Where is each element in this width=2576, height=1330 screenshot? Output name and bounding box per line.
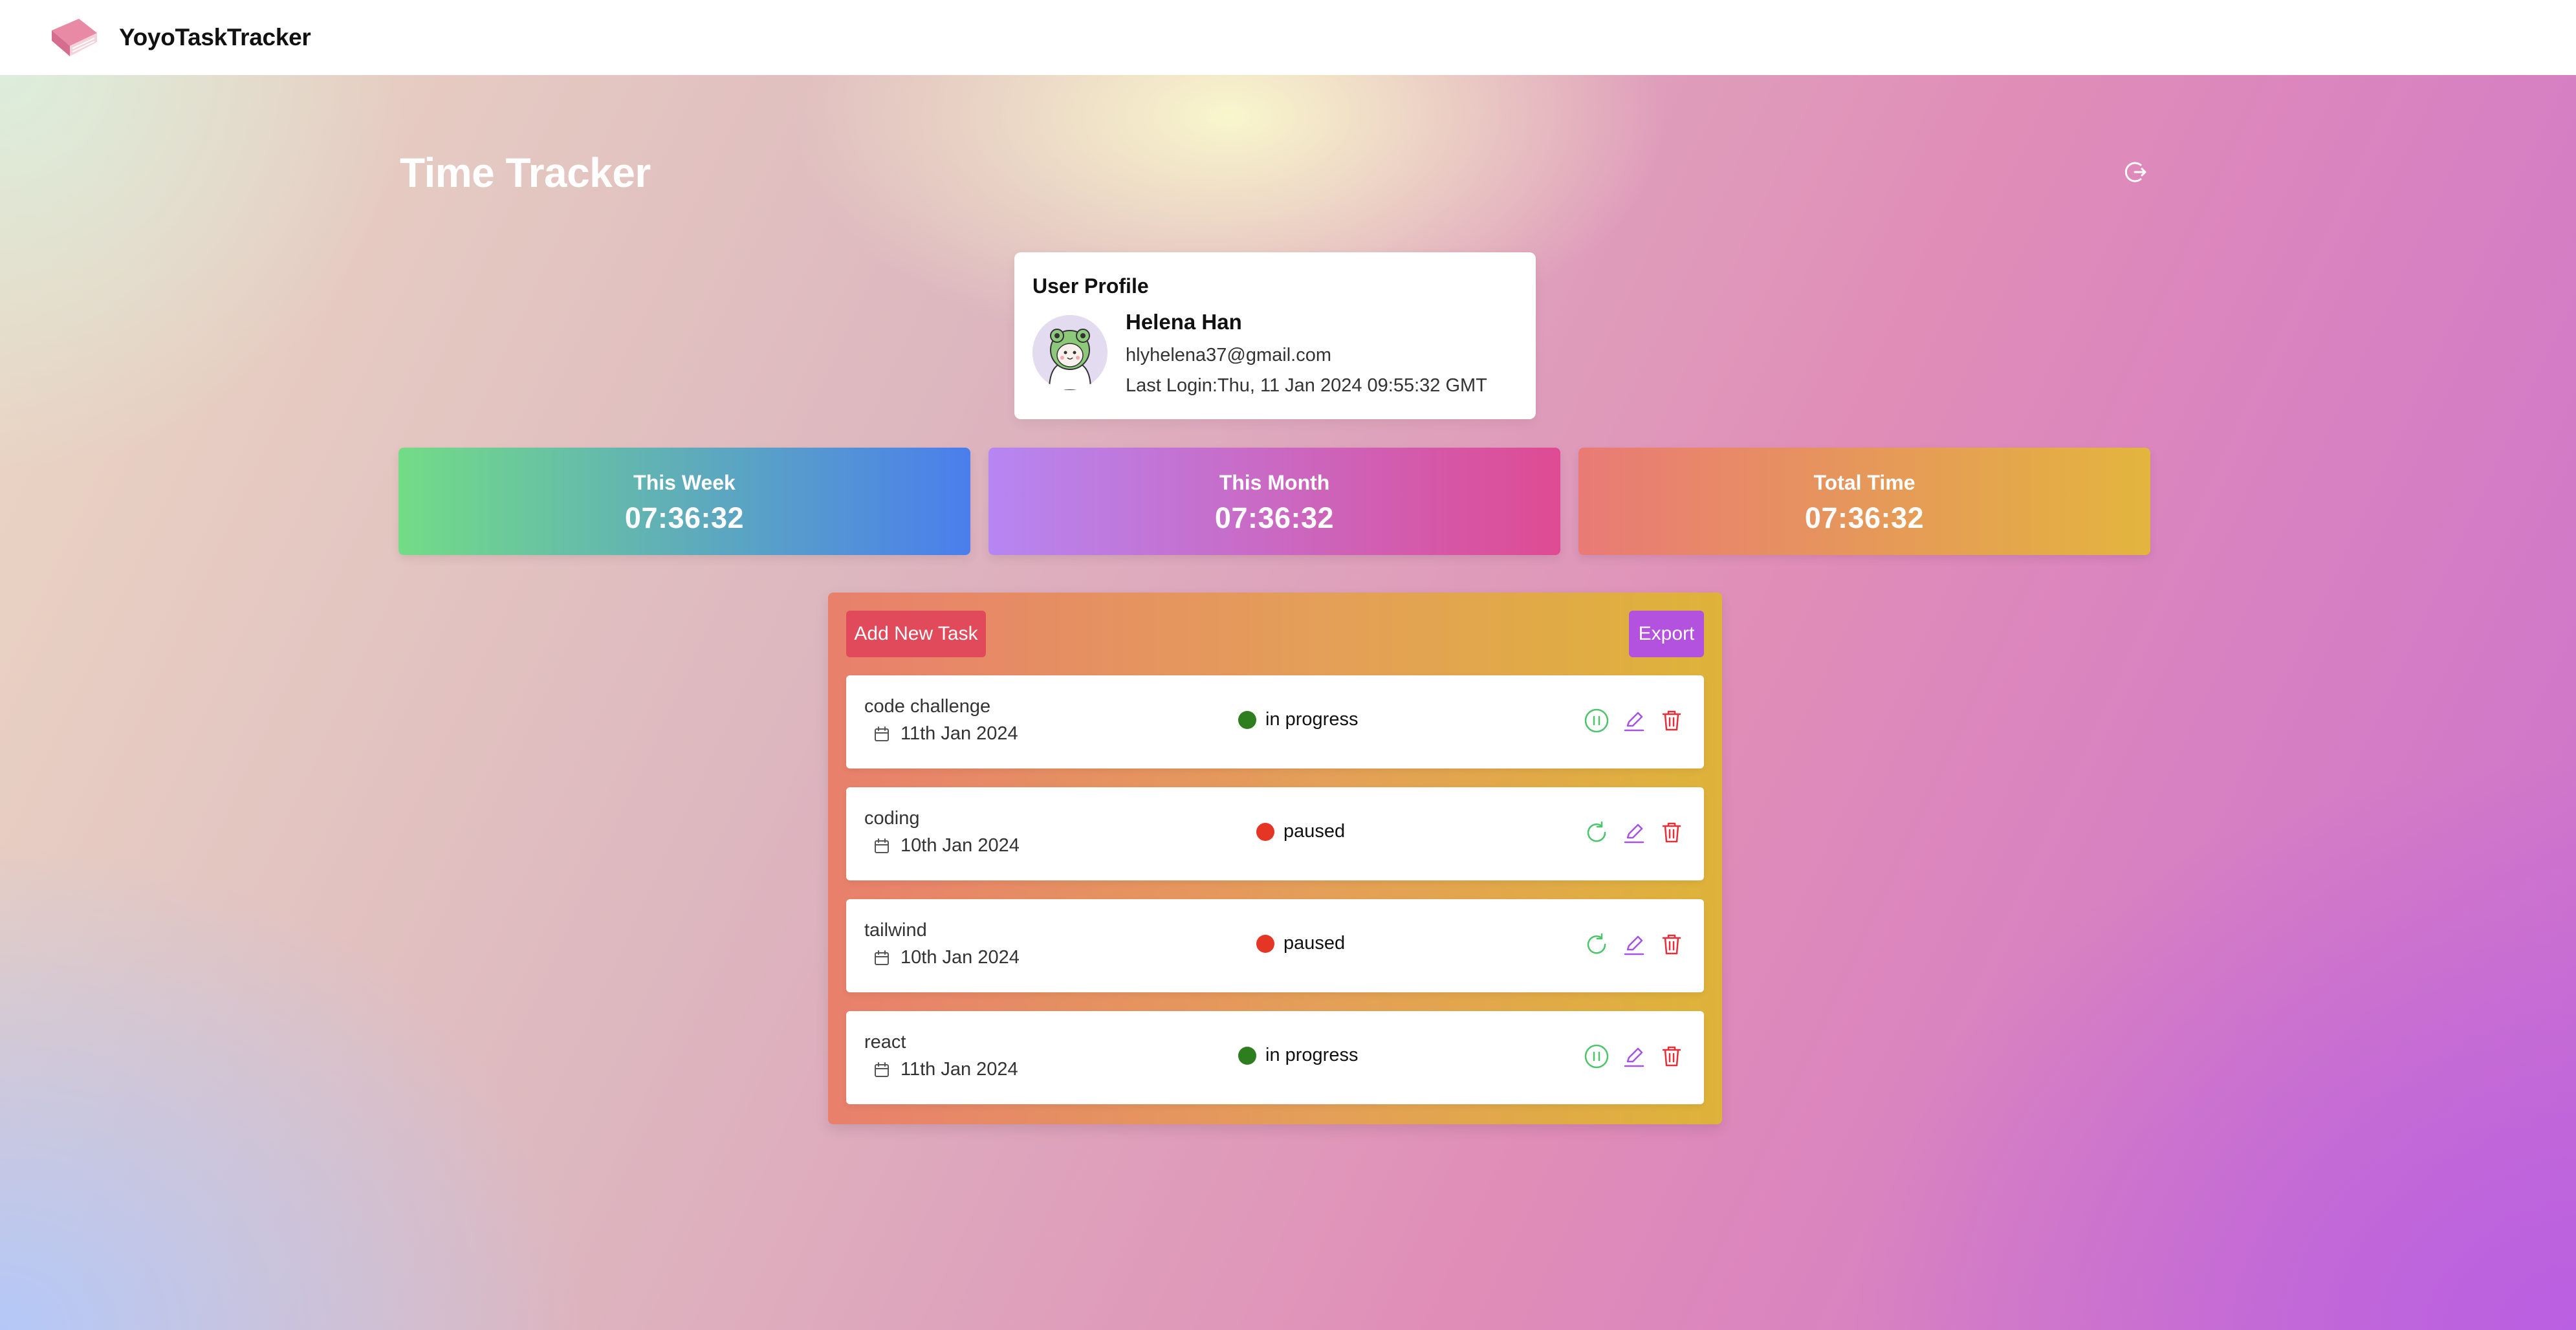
task-row: code challenge 11th Jan 2024 in progress [846, 675, 1704, 769]
task-name: tailwind [864, 920, 927, 941]
book-logo-icon[interactable] [49, 16, 100, 59]
status-dot [1238, 1046, 1256, 1065]
pause-icon[interactable] [1584, 1043, 1610, 1069]
status-dot [1256, 822, 1274, 841]
calendar-icon [875, 950, 889, 965]
user-name: Helena Han [1126, 310, 1242, 334]
status-label: paused [1283, 821, 1346, 842]
app-brand[interactable]: YoyoTaskTracker [119, 24, 311, 51]
edit-icon[interactable] [1621, 932, 1647, 957]
task-date: 10th Jan 2024 [901, 835, 1020, 856]
task-date-wrap: 10th Jan 2024 [873, 947, 1020, 968]
task-date: 11th Jan 2024 [901, 723, 1018, 744]
task-status: paused [1256, 821, 1345, 842]
task-name: code challenge [864, 696, 991, 717]
calendar-icon [875, 726, 889, 741]
edit-icon[interactable] [1621, 820, 1647, 845]
delete-icon[interactable] [1659, 932, 1685, 957]
task-actions [1572, 708, 1685, 734]
task-date: 10th Jan 2024 [901, 947, 1020, 968]
delete-icon[interactable] [1659, 820, 1685, 845]
stat-card-this-week: This Week 07:36:32 [398, 448, 970, 555]
stat-value: 07:36:32 [1214, 501, 1335, 534]
add-new-task-button[interactable]: Add New Task [846, 611, 986, 657]
frog-avatar-icon [1032, 315, 1108, 390]
profile-body: Helena Han hlyhelena37@gmail.com Last Lo… [1032, 310, 1518, 397]
stat-label: This Month [1219, 471, 1330, 494]
task-actions [1572, 1043, 1685, 1069]
task-name: coding [864, 808, 920, 829]
stat-card-total-time: Total Time 07:36:32 [1578, 448, 2150, 555]
export-button[interactable]: Export [1629, 611, 1704, 657]
task-status: in progress [1238, 1045, 1358, 1066]
profile-details: Helena Han hlyhelena37@gmail.com Last Lo… [1126, 310, 1487, 397]
calendar-icon [875, 838, 889, 853]
task-date: 11th Jan 2024 [901, 1059, 1018, 1080]
task-name: react [864, 1032, 906, 1052]
task-row: tailwind 10th Jan 2024 paused [846, 899, 1704, 992]
task-date-wrap: 10th Jan 2024 [873, 835, 1020, 856]
stat-value: 07:36:32 [1804, 501, 1925, 534]
avatar [1032, 315, 1108, 390]
status-label: in progress [1265, 1045, 1359, 1065]
task-row: coding 10th Jan 2024 paused [846, 787, 1704, 880]
edit-icon[interactable] [1621, 1043, 1647, 1069]
task-actions [1572, 932, 1685, 957]
last-login: Last Login:Thu, 11 Jan 2024 09:55:32 GMT [1126, 375, 1487, 396]
stat-card-this-month: This Month 07:36:32 [988, 448, 1560, 555]
status-dot [1256, 934, 1274, 953]
edit-icon[interactable] [1621, 708, 1647, 734]
resume-icon[interactable] [1584, 820, 1610, 845]
calendar-icon [875, 1062, 889, 1077]
stat-label: Total Time [1813, 471, 1916, 494]
pause-icon[interactable] [1584, 708, 1610, 734]
task-actions [1572, 820, 1685, 845]
delete-icon[interactable] [1659, 708, 1685, 734]
stat-label: This Week [633, 471, 736, 494]
status-dot [1238, 710, 1256, 729]
task-row: react 11th Jan 2024 in progress [846, 1011, 1704, 1104]
page-title: Time Tracker [400, 149, 651, 196]
task-date-wrap: 11th Jan 2024 [873, 1059, 1018, 1080]
delete-icon[interactable] [1659, 1043, 1685, 1069]
status-label: in progress [1265, 709, 1359, 730]
profile-heading: User Profile [1032, 274, 1149, 298]
resume-icon[interactable] [1584, 932, 1610, 957]
task-status: in progress [1238, 709, 1358, 730]
top-navbar: YoyoTaskTracker [0, 0, 2576, 75]
task-status: paused [1256, 933, 1345, 954]
status-label: paused [1283, 933, 1346, 954]
task-panel: Add New Task Export code challenge 11th … [828, 593, 1722, 1124]
logout-icon[interactable] [2123, 159, 2149, 185]
user-email: hlyhelena37@gmail.com [1126, 345, 1331, 365]
task-date-wrap: 11th Jan 2024 [873, 723, 1018, 745]
user-profile-card: User Profile Helena Han hlyhelena37@gmai… [1014, 252, 1536, 419]
stat-value: 07:36:32 [624, 501, 745, 534]
